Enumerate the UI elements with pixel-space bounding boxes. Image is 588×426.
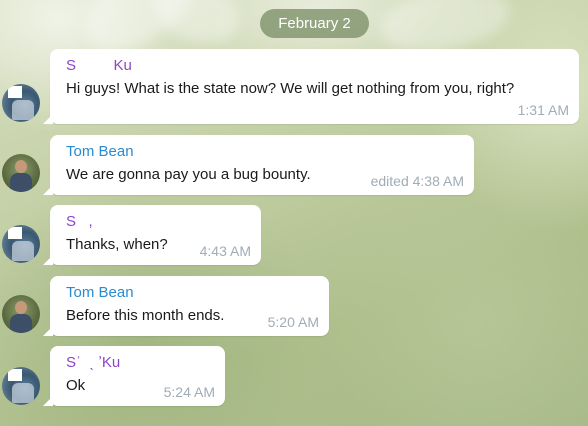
avatar[interactable] — [2, 367, 40, 405]
message-bubble[interactable]: Tom Bean We are gonna pay you a bug boun… — [43, 135, 474, 195]
avatar-redaction — [8, 227, 22, 239]
sender-name[interactable]: Sʿ ˎ ʼKu — [66, 354, 120, 371]
avatar-figure — [12, 100, 34, 120]
bubble-tail — [43, 114, 53, 124]
message-text: Thanks, when? — [66, 236, 168, 253]
sender-name[interactable]: Tom Bean — [66, 143, 134, 160]
sender-name[interactable]: S , — [66, 213, 93, 230]
message-time: edited 4:38 AM — [370, 173, 464, 189]
avatar-body — [10, 173, 32, 192]
message-bubble[interactable]: Tom Bean Before this month ends. 5:20 AM — [43, 276, 329, 336]
avatar-figure — [12, 383, 34, 403]
message-bubble[interactable]: S Ku Hi guys! What is the state now? We … — [43, 49, 579, 124]
message-bubble[interactable]: Sʿ ˎ ʼKu Ok 5:24 AM — [43, 346, 225, 406]
avatar-redaction — [8, 86, 22, 98]
sender-name[interactable]: S Ku — [66, 57, 132, 74]
avatar[interactable] — [2, 84, 40, 122]
message-time: 5:24 AM — [163, 384, 215, 400]
message-text: We are gonna pay you a bug bounty. — [66, 166, 311, 183]
bubble-tail — [43, 396, 53, 406]
bubble-tail — [43, 185, 53, 195]
avatar[interactable] — [2, 154, 40, 192]
bubble-tail — [43, 255, 53, 265]
avatar-redaction — [8, 369, 22, 381]
avatar-head — [15, 160, 27, 173]
avatar-head — [15, 301, 27, 314]
message-time: 4:43 AM — [199, 243, 251, 259]
message-bubble[interactable]: S , Thanks, when? 4:43 AM — [43, 205, 261, 265]
sender-name[interactable]: Tom Bean — [66, 284, 134, 301]
message-time: 1:31 AM — [517, 102, 569, 118]
avatar-body — [10, 314, 32, 333]
message-text: Ok — [66, 377, 86, 394]
avatar-figure — [12, 241, 34, 261]
bubble-tail — [43, 326, 53, 336]
message-time: 5:20 AM — [267, 314, 319, 330]
avatar[interactable] — [2, 225, 40, 263]
date-separator: February 2 — [260, 9, 369, 38]
message-text: Hi guys! What is the state now? We will … — [66, 80, 515, 97]
avatar[interactable] — [2, 295, 40, 333]
message-text: Before this month ends. — [66, 307, 225, 324]
